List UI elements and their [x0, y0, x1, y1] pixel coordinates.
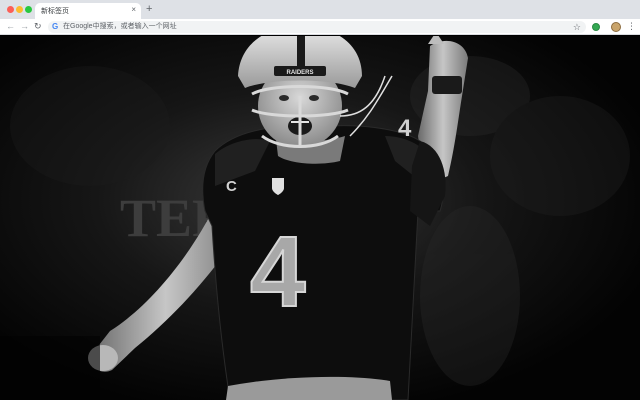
profile-avatar[interactable]: [611, 22, 621, 32]
sleeve-number: 4: [398, 115, 412, 142]
maximize-window-button[interactable]: [25, 6, 32, 13]
minimize-window-button[interactable]: [16, 6, 23, 13]
browser-toolbar: ← → ↻ G 在Google中搜索，或者输入一个网址 ☆: [0, 19, 640, 35]
tab-title: 新标签页: [41, 8, 69, 15]
new-tab-wallpaper: TER 4 C 4 RAIDERS: [0, 36, 640, 400]
helmet-text: RAIDERS: [286, 70, 313, 76]
menu-dots-icon[interactable]: ⋮: [627, 20, 636, 32]
close-window-button[interactable]: [7, 6, 14, 13]
jersey-number: 4: [250, 216, 306, 328]
new-tab-button[interactable]: +: [146, 3, 152, 15]
helmet-stripe: [297, 36, 305, 66]
google-g-icon: G: [52, 22, 59, 31]
tab-new-tab[interactable]: 新标签页 ×: [35, 3, 141, 19]
reload-icon[interactable]: ↻: [34, 20, 42, 33]
wristband: [432, 76, 462, 94]
extension-icon[interactable]: [592, 23, 600, 31]
title-bar: 新标签页 × +: [0, 0, 640, 19]
bookmark-star-icon[interactable]: ☆: [573, 21, 581, 33]
captain-patch: C: [226, 178, 237, 195]
back-arrow-icon[interactable]: ←: [6, 20, 15, 33]
football-player-photo: TER 4 C 4 RAIDERS: [0, 36, 640, 400]
close-icon[interactable]: ×: [131, 5, 136, 15]
address-bar-placeholder[interactable]: 在Google中搜索，或者输入一个网址: [63, 23, 177, 31]
address-bar[interactable]: G 在Google中搜索，或者输入一个网址 ☆: [48, 21, 586, 33]
forward-arrow-icon[interactable]: →: [20, 20, 29, 33]
